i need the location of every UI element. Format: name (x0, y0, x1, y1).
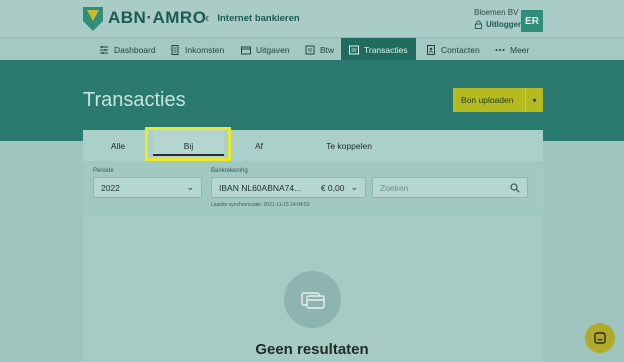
upload-button-label: Bon uploaden (461, 95, 514, 105)
empty-state-title: Geen resultaten (255, 341, 369, 358)
nav-label: Transacties (364, 44, 408, 55)
chevron-down-icon: ⌄ (350, 182, 358, 192)
account-label: Bankrekening (211, 168, 248, 174)
wallet-icon (241, 46, 251, 54)
nav-item-contacten[interactable]: Contacten (418, 38, 488, 61)
back-link-label: Internet bankieren (217, 12, 300, 24)
nav-label: Btw (320, 44, 335, 55)
last-sync-text: Laatste synchronisatie: 2021-11-15 14:04… (211, 202, 310, 208)
chevron-left-icon: ‹ (205, 10, 210, 25)
nav-label: Dashboard (114, 44, 156, 55)
logout-link[interactable]: Uitloggen (474, 20, 523, 29)
nav-item-dashboard[interactable]: Dashboard (91, 38, 164, 61)
tab-te-koppelen[interactable]: Te koppelen (294, 130, 404, 161)
avatar[interactable]: ER (521, 10, 543, 32)
tab-alle[interactable]: Alle (83, 130, 153, 161)
tab-label: Alle (110, 140, 126, 151)
more-dots-icon (495, 48, 505, 51)
company-name: Bloemen BV (474, 8, 519, 17)
nav-item-inkomsten[interactable]: Inkomsten (162, 38, 232, 61)
list-icon (349, 45, 359, 54)
chat-button[interactable] (585, 323, 615, 353)
nav-item-meer[interactable]: Meer (487, 38, 537, 61)
receipt-icon (305, 45, 315, 54)
period-label: Periode (93, 168, 114, 174)
account-balance: € 0,00 (320, 182, 345, 193)
page-title: Transacties (83, 89, 186, 111)
nav-label: Meer (510, 44, 530, 55)
nav-item-transacties[interactable]: Transacties (341, 38, 416, 61)
chat-icon (594, 332, 606, 344)
nav-label: Uitgaven (256, 44, 290, 55)
tab-label: Te koppelen (326, 140, 372, 151)
dashboard-icon (100, 45, 108, 54)
contact-book-icon (427, 44, 435, 55)
nav-label: Contacten (441, 44, 480, 55)
caret-down-icon[interactable]: ▾ (526, 96, 543, 105)
period-select[interactable]: 2022 ⌄ (93, 177, 202, 198)
nav-item-uitgaven[interactable]: Uitgaven (233, 38, 298, 61)
abn-amro-shield-logo[interactable] (83, 7, 103, 31)
search-input[interactable] (380, 182, 500, 193)
nav-label: Inkomsten (185, 44, 225, 55)
chevron-down-icon: ⌄ (186, 182, 194, 192)
account-value: IBAN NL60ABNA74... (219, 182, 302, 193)
search-icon[interactable] (510, 182, 520, 193)
period-value: 2022 (101, 182, 120, 193)
account-select[interactable]: IBAN NL60ABNA74... € 0,00 ⌄ (211, 177, 366, 198)
nav-item-btw[interactable]: Btw (297, 38, 342, 61)
search-field[interactable] (372, 177, 528, 198)
highlight-box (145, 127, 231, 161)
upload-receipt-button[interactable]: Bon uploaden ▾ (453, 88, 543, 112)
main-nav: Dashboard Inkomsten Uitgaven Btw Transac… (0, 37, 624, 61)
brand-name: ABN·AMRO (108, 8, 207, 27)
logout-label: Uitloggen (486, 20, 523, 29)
document-icon (171, 44, 179, 55)
tab-af[interactable]: Af (224, 130, 294, 161)
credit-card-icon (300, 291, 325, 309)
empty-state-illustration (284, 271, 341, 328)
internet-banking-link[interactable]: ‹ Internet bankieren (205, 10, 300, 25)
tab-label: Af (254, 140, 264, 151)
lock-icon (474, 20, 483, 29)
